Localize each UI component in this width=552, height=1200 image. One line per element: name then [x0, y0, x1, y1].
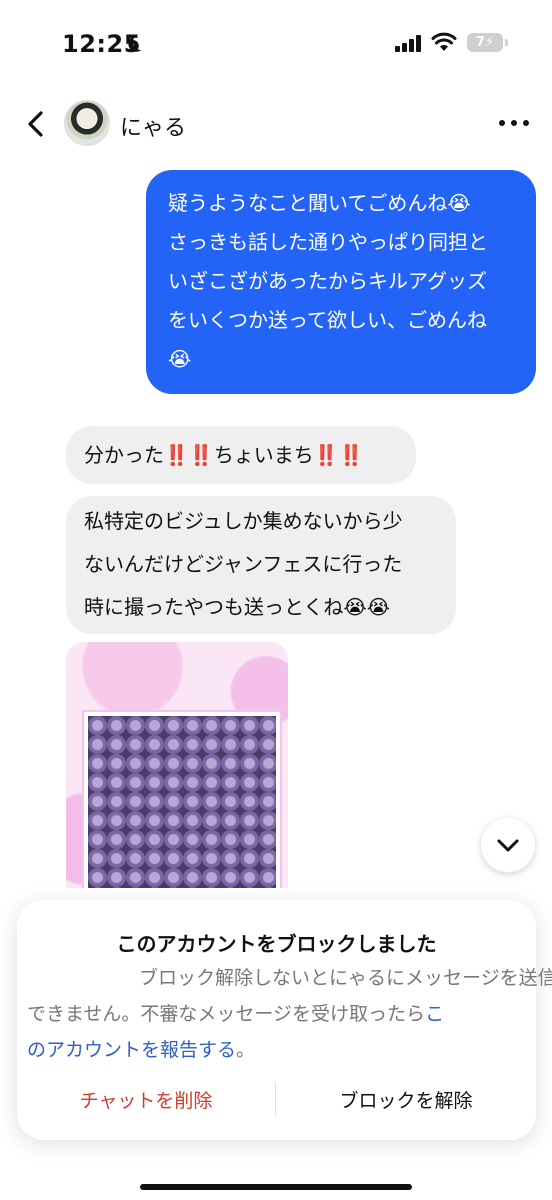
message-line: さっきも話した通りやっぱり同担と — [168, 230, 488, 254]
panel-text-line: ブロック解除しないとにゃるにメッセージを送信 — [139, 967, 552, 989]
contact-name[interactable]: にゃる — [120, 110, 186, 142]
image-message[interactable] — [66, 642, 288, 888]
status-time: 12:25 — [62, 30, 141, 58]
battery-level: 7⚡ — [475, 35, 495, 50]
chevron-down-icon — [497, 839, 519, 852]
panel-text-line: できません。不審なメッセージを受け取ったらこ — [27, 1003, 445, 1025]
panel-text-line: のアカウントを報告する。 — [27, 1039, 256, 1061]
home-indicator[interactable] — [140, 1184, 412, 1190]
incoming-message[interactable]: 私特定のビジュしか集めないから少 ないんだけどジャンフェスに行った 時に撮ったや… — [66, 496, 456, 634]
message-line: をいくつか送って欲しい、ごめんね — [168, 308, 487, 332]
message-line: 時に撮ったやつも送っとくね😭😭 — [84, 595, 391, 619]
message-line: 分かった‼️‼️ちょいまち‼️‼️ — [84, 443, 364, 467]
double-exclamation-emoji: ‼️‼️ — [313, 443, 364, 467]
double-exclamation-emoji: ‼️‼️ — [164, 443, 214, 467]
photo-thumbnail — [84, 712, 280, 888]
status-bar: 12:25 7⚡ — [0, 0, 552, 90]
message-line: 疑うようなこと聞いてごめんね😭 — [168, 191, 471, 215]
message-line: 私特定のビジュしか集めないから少 — [84, 509, 403, 533]
message-line: 😭 — [168, 347, 192, 371]
report-account-link[interactable]: こ — [425, 1003, 444, 1025]
blocked-account-panel: このアカウントをブロックしました ブロック解除しないとにゃるにメッセージを送信 … — [17, 900, 552, 1140]
message-line: ないんだけどジャンフェスに行った — [84, 552, 403, 576]
wifi-icon — [431, 32, 457, 51]
more-options-icon[interactable] — [499, 120, 529, 128]
unblock-button[interactable]: ブロックを解除 — [276, 1086, 536, 1113]
panel-title: このアカウントをブロックしました — [116, 932, 437, 956]
report-account-link[interactable]: のアカウントを報告する — [27, 1039, 236, 1061]
chat-header: にゃる — [0, 92, 552, 156]
incoming-message[interactable]: 分かった‼️‼️ちょいまち‼️‼️ — [66, 426, 416, 484]
delete-chat-button[interactable]: チャットを削除 — [17, 1086, 275, 1113]
avatar[interactable] — [64, 100, 110, 146]
back-icon[interactable] — [24, 110, 46, 138]
cellular-signal-icon — [395, 34, 425, 52]
outgoing-message[interactable]: 疑うようなこと聞いてごめんね😭 さっきも話した通りやっぱり同担と いざこざがあっ… — [146, 170, 536, 394]
message-line: いざこざがあったからキルアグッズ — [168, 269, 487, 293]
battery-cap — [505, 39, 508, 46]
scroll-to-bottom-button[interactable] — [481, 818, 535, 872]
panel-description: ブロック解除しないとにゃるにメッセージを送信 できません。不審なメッセージを受け… — [27, 960, 552, 1068]
